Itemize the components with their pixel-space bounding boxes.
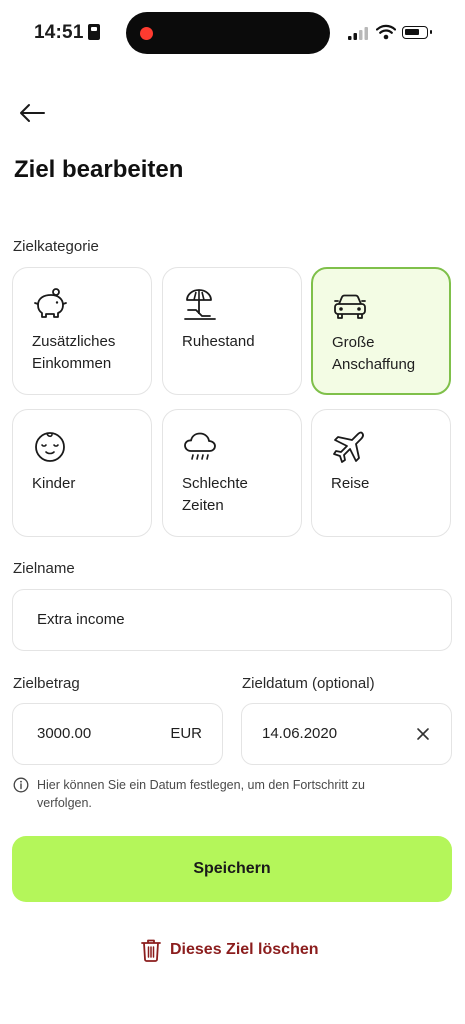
category-card-bad-times[interactable]: Schlechte Zeiten (162, 409, 302, 537)
back-button[interactable] (14, 95, 50, 131)
goal-date-value: 14.06.2020 (262, 725, 338, 742)
category-card-extra-income[interactable]: Zusätzliches Einkommen (12, 267, 152, 395)
category-card-travel[interactable]: Reise (311, 409, 451, 537)
info-icon (13, 777, 29, 793)
goal-amount-label: Zielbetrag (13, 675, 80, 692)
delete-goal-button[interactable]: Dieses Ziel löschen (140, 936, 319, 964)
category-card-children[interactable]: Kinder (12, 409, 152, 537)
storm-cloud-icon (184, 432, 216, 460)
recording-indicator-icon (140, 27, 153, 40)
goal-date-field[interactable]: 14.06.2020 (241, 703, 452, 765)
goal-date-label: Zieldatum (optional) (242, 675, 375, 692)
currency-label: EUR (170, 725, 202, 742)
category-label: Zielkategorie (13, 238, 99, 255)
car-icon (334, 294, 366, 319)
piggy-bank-icon (34, 288, 67, 318)
clear-date-icon[interactable] (415, 726, 431, 742)
trash-icon (141, 939, 161, 962)
page-title: Ziel bearbeiten (14, 156, 184, 183)
category-label-text: Zusätzliches Einkommen (32, 333, 116, 372)
airplane-icon (333, 431, 364, 463)
delete-goal-label: Dieses Ziel löschen (170, 941, 319, 958)
beach-umbrella-icon (184, 289, 216, 320)
category-card-retirement[interactable]: Ruhestand (162, 267, 302, 395)
goal-name-value: Extra income (37, 611, 125, 628)
battery-icon (402, 26, 432, 39)
category-label-text: Schlechte Zeiten (182, 475, 248, 514)
goal-name-label: Zielname (13, 560, 75, 577)
info-text: Hier können Sie ein Datum festlegen, um … (37, 778, 365, 810)
goal-name-field[interactable]: Extra income (12, 589, 452, 651)
category-label-text: Kinder (32, 475, 76, 492)
goal-amount-field[interactable]: 3000.00 EUR (12, 703, 223, 765)
id-card-icon (88, 24, 100, 40)
category-label-text: Reise (331, 475, 370, 492)
wifi-icon (376, 24, 396, 40)
baby-face-icon (35, 432, 65, 462)
status-bar: 14:51 (0, 0, 465, 64)
dynamic-island (126, 12, 330, 54)
signal-icon (348, 27, 368, 40)
goal-amount-value: 3000.00 (37, 725, 92, 742)
save-button[interactable]: Speichern (12, 836, 452, 902)
category-label-text: Große Anschaffung (332, 334, 416, 373)
category-label-text: Ruhestand (182, 333, 255, 350)
arrow-left-icon (20, 104, 45, 122)
info-hint: Hier können Sie ein Datum festlegen, um … (13, 776, 413, 812)
category-card-big-purchase[interactable]: Große Anschaffung (311, 267, 451, 395)
status-time: 14:51 (34, 22, 84, 43)
